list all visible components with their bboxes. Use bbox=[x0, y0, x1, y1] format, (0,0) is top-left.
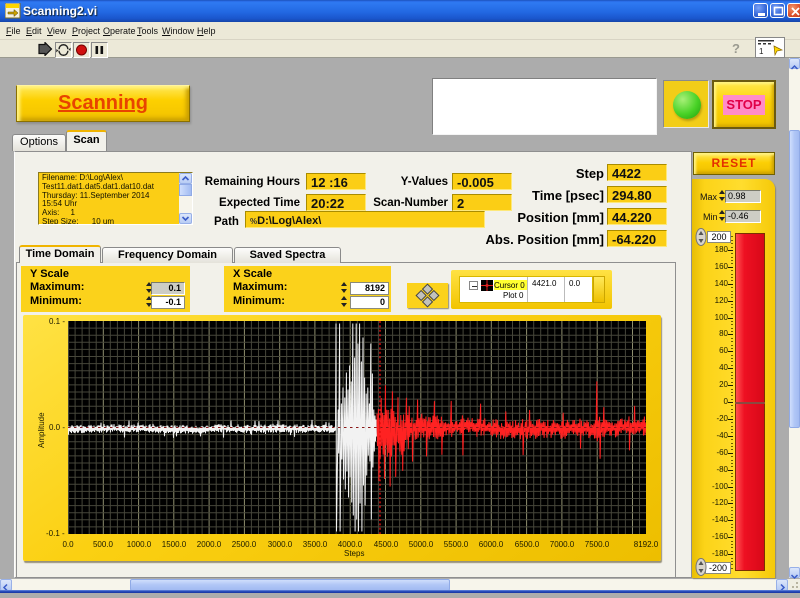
svg-text:1: 1 bbox=[759, 47, 764, 56]
